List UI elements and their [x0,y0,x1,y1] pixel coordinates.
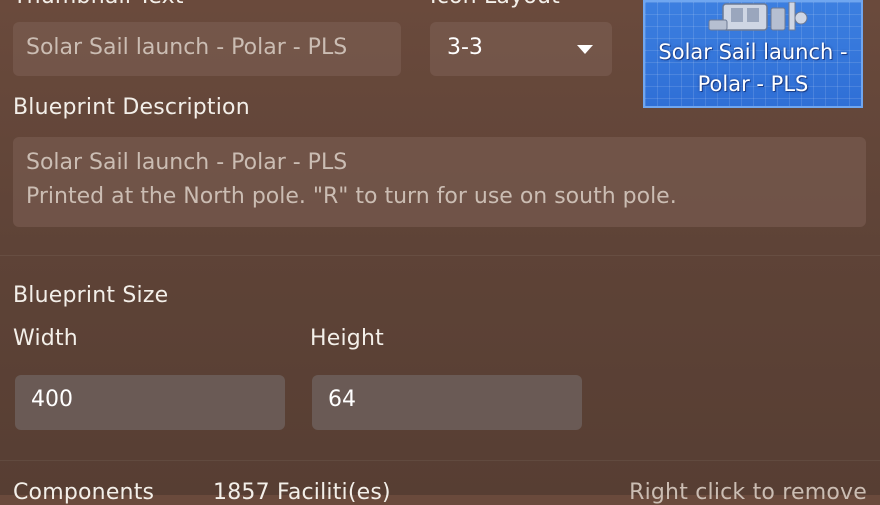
width-input[interactable]: 400 [15,375,285,430]
description-line-1: Solar Sail launch - Polar - PLS [26,150,348,175]
width-value: 400 [31,387,73,412]
chevron-down-icon [577,45,593,54]
section-divider-bottom [0,460,880,461]
thumbnail-preview-text: Solar Sail launch - Polar - PLS [658,40,848,96]
icon-layout-value: 3-3 [447,35,483,60]
thumbnail-text-label: Thumbnail Text [13,0,184,9]
components-count: 1857 Faciliti(es) [213,480,391,505]
blueprint-description-label: Blueprint Description [13,95,250,120]
height-value: 64 [328,387,356,412]
height-input[interactable]: 64 [312,375,582,430]
height-label: Height [310,326,384,351]
thumbnail-preview[interactable]: Solar Sail launch - Polar - PLS [643,0,863,108]
remove-hint: Right click to remove [629,480,867,505]
icon-layout-dropdown[interactable]: 3-3 [430,22,612,76]
blueprint-machine-icon [708,2,808,31]
thumbnail-text-value: Solar Sail launch - Polar - PLS [26,35,348,60]
blueprint-size-label: Blueprint Size [13,283,169,308]
width-label: Width [13,326,78,351]
icon-layout-label: Icon Layout [430,0,560,9]
components-label: Components [13,480,155,505]
thumbnail-text-input[interactable]: Solar Sail launch - Polar - PLS [13,22,401,76]
blueprint-description-textarea[interactable]: Solar Sail launch - Polar - PLS Printed … [13,137,866,227]
section-divider [0,255,880,256]
description-line-2: Printed at the North pole. "R" to turn f… [26,184,677,209]
